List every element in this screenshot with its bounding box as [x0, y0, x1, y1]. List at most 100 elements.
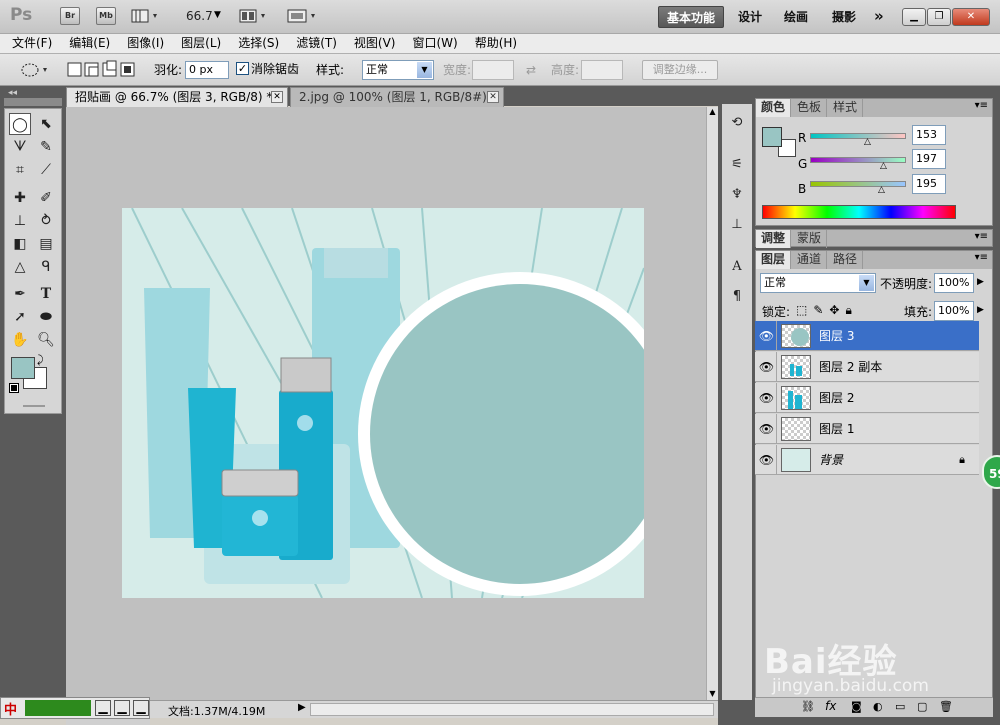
character-panel-icon[interactable]: A	[728, 258, 746, 276]
horizontal-scrollbar[interactable]	[310, 703, 714, 716]
hand-tool-icon[interactable]: ✋	[9, 329, 31, 351]
eye-icon[interactable]: 👁︎	[757, 383, 777, 413]
opacity-input[interactable]: 100%	[934, 273, 974, 293]
menu-filter[interactable]: 滤镜(T)	[288, 34, 346, 53]
history-brush-tool-icon[interactable]: ⥁	[35, 210, 57, 232]
layer-row-layer3[interactable]: 👁︎ 图层 3	[755, 321, 979, 351]
more-workspaces-button[interactable]: »	[866, 5, 892, 27]
arrange-documents-button[interactable]	[238, 7, 270, 25]
panel-menu-icon[interactable]: ▾≡	[975, 252, 988, 263]
workspace-essentials[interactable]: 基本功能	[658, 6, 725, 28]
tab-channels[interactable]: 通道	[792, 251, 828, 269]
opacity-arrow-icon[interactable]: ▶	[977, 277, 984, 287]
quick-mask-icon[interactable]	[23, 405, 45, 407]
brush-tool-icon[interactable]: ✐	[35, 187, 57, 209]
feather-input[interactable]: 0 px	[185, 61, 229, 79]
menu-select[interactable]: 选择(S)	[230, 34, 288, 53]
ime-btn-icon[interactable]: ▁	[114, 700, 130, 716]
zoom-dropdown-icon[interactable]: ▼	[214, 10, 221, 20]
menu-file[interactable]: 文件(F)	[4, 34, 61, 53]
tool-presets-icon[interactable]: ⊥	[728, 216, 746, 234]
color-fg-swatch[interactable]	[762, 127, 782, 147]
layer-row-layer2-copy[interactable]: 👁︎ 图层 2 副本	[755, 352, 979, 382]
antialias-checkbox[interactable]: ✓	[236, 62, 249, 75]
menu-image[interactable]: 图像(I)	[119, 34, 173, 53]
workspace-photography[interactable]: 摄影	[824, 6, 864, 28]
style-select[interactable]: 正常 ▼	[362, 60, 434, 80]
blur-tool-icon[interactable]: △	[9, 256, 31, 278]
tab-close-icon[interactable]: ✕	[271, 91, 283, 103]
b-slider[interactable]	[810, 181, 906, 187]
foreground-color-swatch[interactable]	[11, 357, 35, 379]
fill-arrow-icon[interactable]: ▶	[977, 305, 984, 315]
tab-poster[interactable]: 招贴画 @ 66.7% (图层 3, RGB/8) * ✕	[66, 87, 288, 107]
document-canvas[interactable]	[122, 208, 644, 598]
eye-icon[interactable]: 👁︎	[757, 414, 777, 444]
quick-selection-tool-icon[interactable]: ✎	[35, 136, 57, 158]
minimize-button[interactable]: ▁	[902, 8, 926, 26]
tool-preset-picker[interactable]	[18, 60, 50, 80]
path-selection-tool-icon[interactable]: ➚	[9, 306, 31, 328]
clone-stamp-tool-icon[interactable]: ⊥	[9, 210, 31, 232]
menu-view[interactable]: 视图(V)	[346, 34, 405, 53]
r-slider-thumb-icon[interactable]: △	[864, 137, 871, 147]
ime-btn-icon[interactable]: ▁	[95, 700, 111, 716]
tab-paths[interactable]: 路径	[828, 251, 864, 269]
toolbox-header[interactable]	[4, 98, 62, 106]
ime-icon[interactable]: 中	[4, 699, 17, 718]
selection-mode-buttons[interactable]	[66, 60, 138, 80]
tab-swatches[interactable]: 色板	[792, 99, 828, 117]
delete-layer-icon[interactable]: 🗑︎	[939, 700, 953, 713]
restore-button[interactable]: ❐	[927, 8, 951, 26]
collapse-toolbox-icon[interactable]: ◂◂	[8, 88, 17, 98]
eye-icon[interactable]: 👁︎	[757, 445, 777, 475]
default-colors-icon[interactable]	[9, 383, 19, 393]
eye-icon[interactable]: 👁︎	[757, 321, 777, 351]
scroll-down-icon[interactable]: ▼	[707, 689, 718, 698]
tab-styles[interactable]: 样式	[828, 99, 864, 117]
view-extras-button[interactable]	[130, 7, 162, 25]
zoom-level[interactable]: 66.7	[186, 9, 213, 23]
zoom-tool-icon[interactable]: 🔍︎	[35, 329, 57, 351]
eyedropper-tool-icon[interactable]: ⟋	[35, 159, 57, 181]
tab-adjustments[interactable]: 调整	[756, 230, 792, 248]
workspace-design[interactable]: 设计	[730, 6, 770, 28]
panel-menu-icon[interactable]: ▾≡	[975, 231, 988, 242]
screen-mode-button[interactable]	[286, 7, 320, 25]
pen-tool-icon[interactable]: ✒	[9, 283, 31, 305]
ime-toolbar[interactable]: 中 ▁ ▁ ▁	[0, 697, 150, 719]
blend-mode-select[interactable]: 正常 ▼	[760, 273, 876, 293]
add-mask-icon[interactable]: ◙	[851, 700, 862, 713]
scroll-up-icon[interactable]: ▲	[707, 107, 718, 116]
color-spectrum-ramp[interactable]	[762, 205, 956, 219]
link-layers-icon[interactable]: ⛓	[801, 700, 815, 713]
layer-style-icon[interactable]: fx	[825, 699, 836, 713]
bridge-button[interactable]: Br	[60, 7, 80, 25]
mini-bridge-button[interactable]: Mb	[96, 7, 116, 25]
tab-masks[interactable]: 蒙版	[792, 230, 828, 248]
layer-row-layer1[interactable]: 👁︎ 图层 1	[755, 414, 979, 444]
tab-color[interactable]: 颜色	[756, 99, 792, 117]
status-menu-icon[interactable]: ▶	[298, 702, 306, 713]
move-tool-icon[interactable]: ⬉	[35, 113, 57, 135]
crop-tool-icon[interactable]: ⌗	[9, 159, 31, 181]
g-slider-thumb-icon[interactable]: △	[880, 161, 887, 171]
brush-presets-icon[interactable]: ⚟	[728, 156, 746, 174]
dodge-tool-icon[interactable]: ᑫ	[35, 256, 57, 278]
elliptical-marquee-tool-icon[interactable]: ◯	[9, 113, 31, 135]
close-button[interactable]: ✕	[952, 8, 990, 26]
vertical-scrollbar[interactable]: ▲ ▼	[706, 107, 718, 700]
lasso-tool-icon[interactable]: ᗐ	[9, 136, 31, 158]
adjustment-layer-icon[interactable]: ◐	[873, 700, 883, 713]
ime-btn-icon[interactable]: ▁	[133, 700, 149, 716]
gradient-tool-icon[interactable]: ▤	[35, 233, 57, 255]
menu-window[interactable]: 窗口(W)	[404, 34, 466, 53]
g-slider[interactable]	[810, 157, 906, 163]
r-slider[interactable]	[810, 133, 906, 139]
new-group-icon[interactable]: ▭	[895, 700, 905, 713]
menu-layer[interactable]: 图层(L)	[173, 34, 230, 53]
history-panel-icon[interactable]: ⟲	[728, 114, 746, 132]
tab-layers[interactable]: 图层	[756, 251, 792, 269]
layer-row-background[interactable]: 👁︎ 背景 🔒︎	[755, 445, 979, 475]
spot-healing-tool-icon[interactable]: ✚	[9, 187, 31, 209]
